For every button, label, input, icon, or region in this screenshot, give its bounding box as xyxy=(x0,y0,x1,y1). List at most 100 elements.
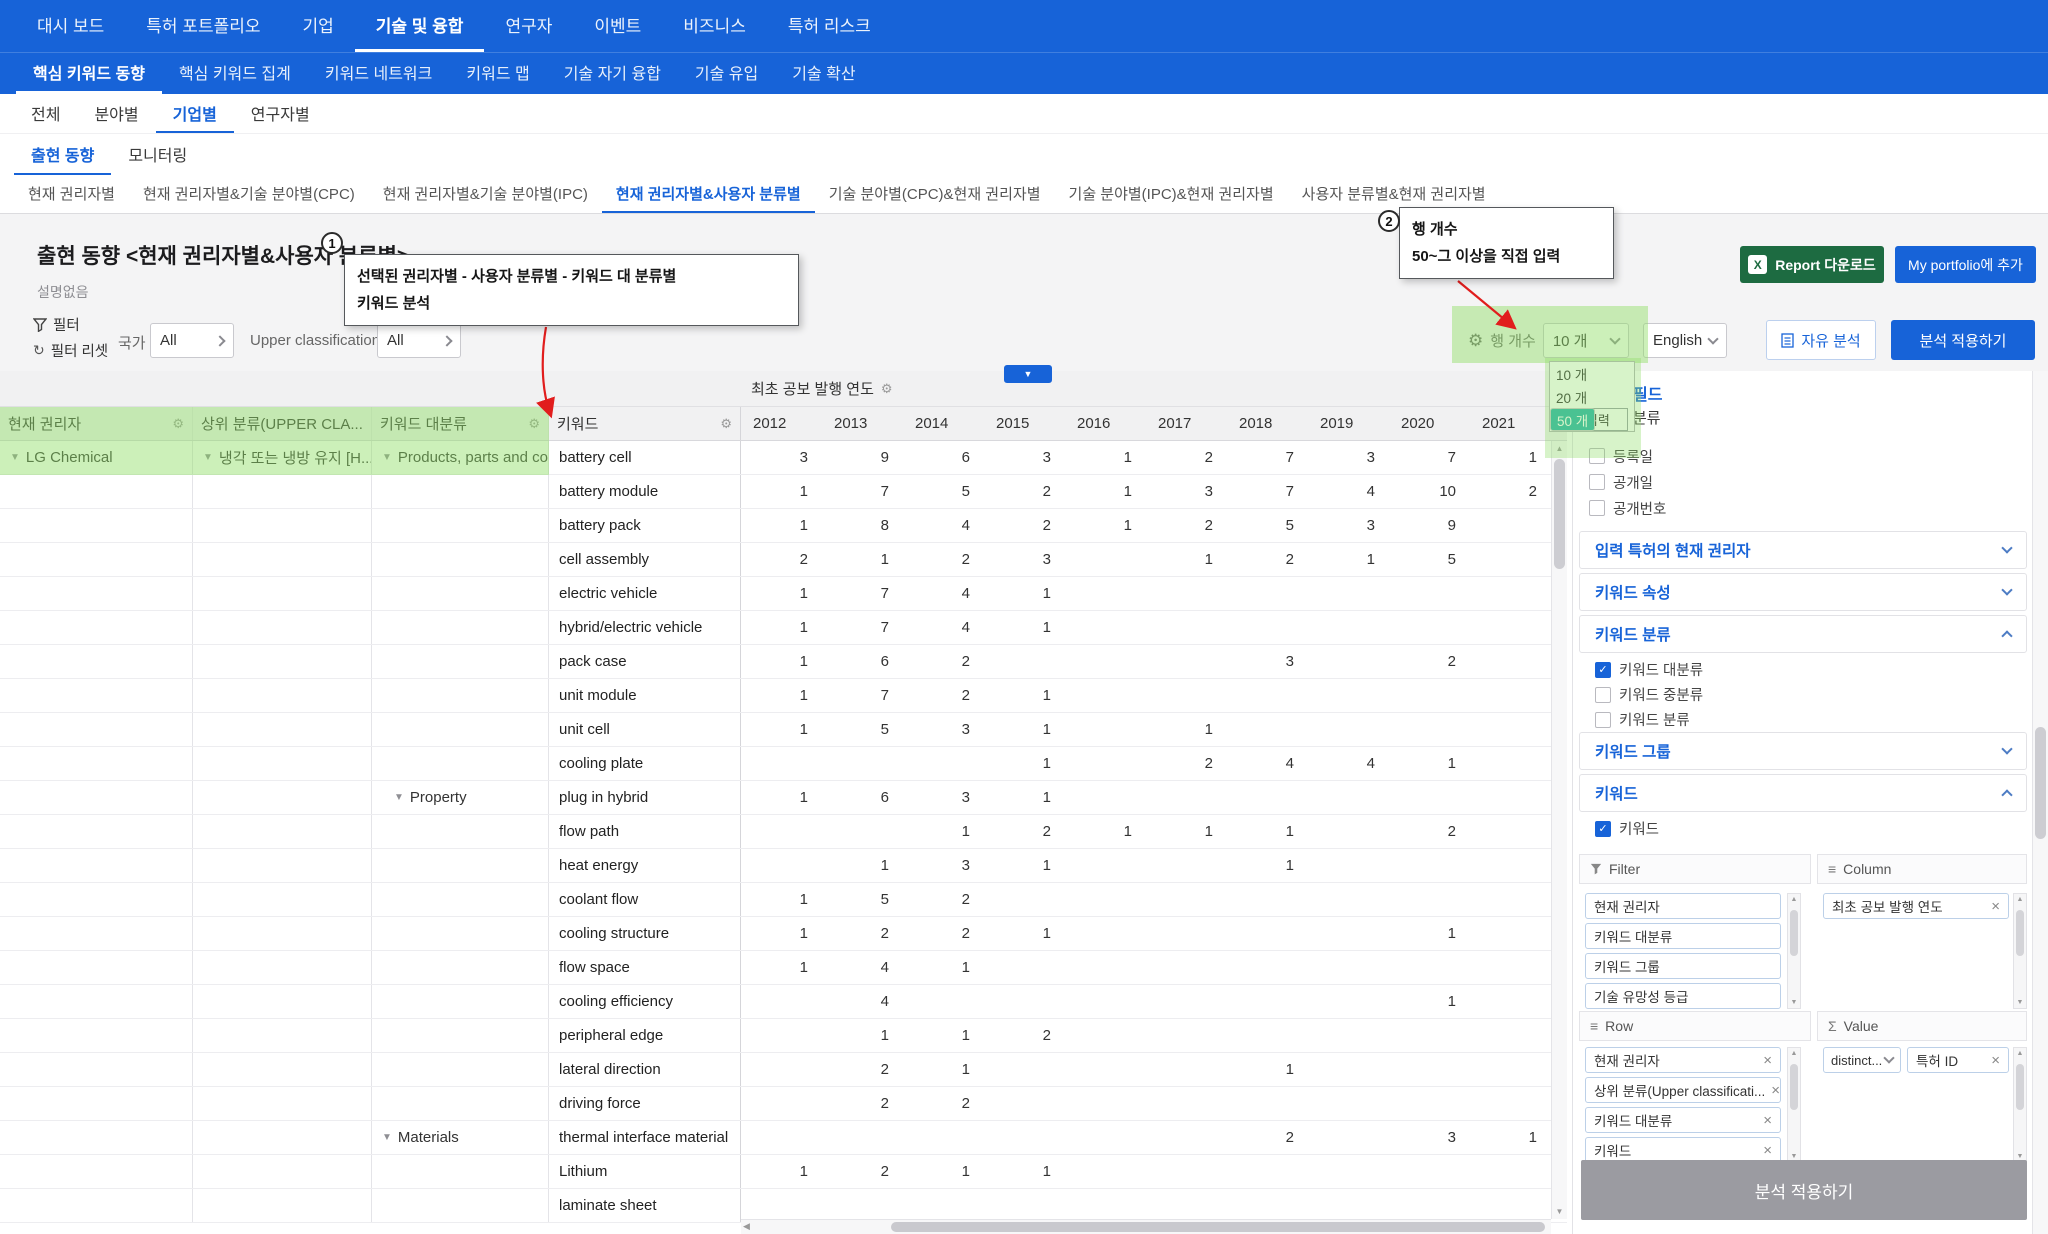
row-count-option[interactable]: 20 개 xyxy=(1550,385,1634,408)
collapse-triangle-icon[interactable]: ▼ xyxy=(394,792,404,803)
panel-checkbox-row[interactable]: 키워드 분류 xyxy=(1579,707,2027,732)
secondary-nav-item[interactable]: 키워드 네트워크 xyxy=(308,53,450,94)
scroll-up-arrow-icon[interactable]: ▲ xyxy=(1552,444,1567,453)
filter-field-chip[interactable]: 키워드 그룹 xyxy=(1585,953,1781,979)
primary-nav-item[interactable]: 기술 및 융합 xyxy=(355,0,485,52)
checkbox[interactable] xyxy=(1589,448,1605,464)
report-download-button[interactable]: X Report 다운로드 xyxy=(1740,246,1884,283)
aggregation-select[interactable]: distinct... xyxy=(1823,1047,1901,1073)
country-select[interactable]: All xyxy=(150,323,234,358)
close-icon[interactable]: × xyxy=(1757,1112,1772,1129)
filter-reset-button[interactable]: ↻ 필터 리셋 xyxy=(33,340,108,361)
column-field-chip[interactable]: 최초 공보 발행 연도× xyxy=(1823,893,2009,919)
panel-checkbox-row[interactable]: 키워드 중분류 xyxy=(1579,682,2027,707)
scrollbar-thumb[interactable] xyxy=(1790,1064,1798,1110)
upper-classification-select[interactable]: All xyxy=(377,323,461,358)
row-list-scrollbar[interactable]: ▲▼ xyxy=(1787,1047,1801,1163)
scrollbar-thumb[interactable] xyxy=(1554,459,1565,569)
field-checkbox-row[interactable]: 공개번호 xyxy=(1589,499,1666,517)
sidebar-panel[interactable]: 키워드 분류 xyxy=(1579,615,2027,653)
scrollbar-thumb[interactable] xyxy=(2016,910,2024,956)
primary-nav-item[interactable]: 특허 포트폴리오 xyxy=(125,0,281,52)
row-count-option[interactable]: 10 개 xyxy=(1550,362,1634,385)
table-horiz-scrollbar[interactable]: ◀ xyxy=(741,1219,1551,1234)
add-to-portfolio-button[interactable]: My portfolio에 추가 xyxy=(1895,246,2036,283)
close-icon[interactable]: × xyxy=(1991,1052,2000,1069)
scroll-up-arrow-icon[interactable]: ▲ xyxy=(1788,896,1800,903)
mode-nav-item[interactable]: 출현 동향 xyxy=(14,134,111,175)
checkbox[interactable]: ✓ xyxy=(1595,821,1611,837)
panel-checkbox-row[interactable]: ✓키워드 xyxy=(1579,816,2027,841)
scrollbar-thumb[interactable] xyxy=(2016,1064,2024,1110)
scroll-down-arrow-icon[interactable]: ▼ xyxy=(2014,1153,2026,1160)
filter-toggle[interactable]: 필터 xyxy=(33,314,108,335)
tab-nav-item[interactable]: 기술 분야별(CPC)&현재 권리자별 xyxy=(815,175,1055,213)
scope-nav-item[interactable]: 분야별 xyxy=(77,94,155,133)
close-icon[interactable]: × xyxy=(1757,1142,1772,1159)
close-icon[interactable]: × xyxy=(1757,1052,1772,1069)
secondary-nav-item[interactable]: 키워드 맵 xyxy=(449,53,546,94)
scroll-down-arrow-icon[interactable]: ▼ xyxy=(2014,999,2026,1006)
primary-nav-item[interactable]: 기업 xyxy=(282,0,355,52)
primary-nav-item[interactable]: 비즈니스 xyxy=(662,0,767,52)
secondary-nav-item[interactable]: 기술 자기 융합 xyxy=(547,53,678,94)
primary-nav-item[interactable]: 연구자 xyxy=(484,0,573,52)
collapse-triangle-icon[interactable]: ▼ xyxy=(203,452,213,463)
collapse-header-button[interactable]: ▼ xyxy=(1004,365,1052,383)
sidebar-scrollbar[interactable] xyxy=(2032,371,2048,1234)
field-checkbox-row[interactable]: 공개일 xyxy=(1589,473,1666,491)
table-vertical-scrollbar[interactable]: ▲ ▼ xyxy=(1551,441,1567,1219)
scroll-down-arrow-icon[interactable]: ▼ xyxy=(1552,1207,1567,1216)
apply-analysis-button[interactable]: 분석 적용하기 xyxy=(1891,320,2035,360)
checkbox[interactable]: ✓ xyxy=(1595,662,1611,678)
value-list-scrollbar[interactable]: ▲▼ xyxy=(2013,1047,2027,1163)
field-checkbox-row[interactable]: 등록일 xyxy=(1589,447,1666,465)
checkbox[interactable] xyxy=(1595,687,1611,703)
collapse-triangle-icon[interactable]: ▼ xyxy=(382,1132,392,1143)
close-icon[interactable]: × xyxy=(1765,1082,1780,1099)
checkbox[interactable] xyxy=(1595,712,1611,728)
secondary-nav-item[interactable]: 핵심 키워드 동향 xyxy=(16,53,162,94)
secondary-nav-item[interactable]: 핵심 키워드 집계 xyxy=(162,53,308,94)
tab-nav-item[interactable]: 현재 권리자별&사용자 분류별 xyxy=(602,175,815,213)
scrollbar-thumb[interactable] xyxy=(891,1222,1545,1232)
secondary-nav-item[interactable]: 기술 확산 xyxy=(775,53,872,94)
sidebar-panel[interactable]: 키워드 그룹 xyxy=(1579,732,2027,770)
column-list-scrollbar[interactable]: ▲▼ xyxy=(2013,893,2027,1009)
primary-nav-item[interactable]: 특허 리스크 xyxy=(767,0,892,52)
close-icon[interactable]: × xyxy=(1985,898,2000,915)
value-field-chip[interactable]: 특허 ID × xyxy=(1907,1047,2009,1073)
filter-field-chip[interactable]: 키워드 대분류 xyxy=(1585,923,1781,949)
collapse-triangle-icon[interactable]: ▼ xyxy=(10,452,20,463)
free-analysis-button[interactable]: 자유 분석 xyxy=(1766,320,1876,360)
scroll-up-arrow-icon[interactable]: ▲ xyxy=(1788,1050,1800,1057)
row-field-chip[interactable]: 현재 권리자× xyxy=(1585,1047,1781,1073)
primary-nav-item[interactable]: 대시 보드 xyxy=(16,0,125,52)
row-field-chip[interactable]: 키워드 대분류× xyxy=(1585,1107,1781,1133)
sidebar-panel[interactable]: 키워드 xyxy=(1579,774,2027,812)
scope-nav-item[interactable]: 전체 xyxy=(14,94,77,133)
sidebar-panel[interactable]: 입력 특허의 현재 권리자 xyxy=(1579,531,2027,569)
checkbox[interactable] xyxy=(1589,474,1605,490)
checkbox[interactable] xyxy=(1589,500,1605,516)
scroll-down-arrow-icon[interactable]: ▼ xyxy=(1788,1153,1800,1160)
language-select[interactable]: English xyxy=(1643,323,1727,358)
filter-field-chip[interactable]: 기술 유망성 등급 xyxy=(1585,983,1781,1009)
scope-nav-item[interactable]: 기업별 xyxy=(156,94,234,133)
settings-icon[interactable]: ⚙ xyxy=(720,416,732,432)
scrollbar-thumb[interactable] xyxy=(2035,727,2046,839)
filter-field-chip[interactable]: 현재 권리자 xyxy=(1585,893,1781,919)
settings-icon[interactable]: ⚙ xyxy=(172,416,184,432)
scroll-down-arrow-icon[interactable]: ▼ xyxy=(1788,999,1800,1006)
tab-nav-item[interactable]: 기술 분야별(IPC)&현재 권리자별 xyxy=(1055,175,1288,213)
scroll-up-arrow-icon[interactable]: ▲ xyxy=(2014,896,2026,903)
mode-nav-item[interactable]: 모니터링 xyxy=(111,134,204,175)
scrollbar-thumb[interactable] xyxy=(1790,910,1798,956)
secondary-nav-item[interactable]: 기술 유입 xyxy=(678,53,775,94)
settings-icon[interactable]: ⚙ xyxy=(528,416,540,432)
row-count-select[interactable]: 10 개 xyxy=(1543,323,1629,358)
row-field-chip[interactable]: 상위 분류(Upper classificati...× xyxy=(1585,1077,1781,1103)
scroll-up-arrow-icon[interactable]: ▲ xyxy=(2014,1050,2026,1057)
tab-nav-item[interactable]: 현재 권리자별 xyxy=(14,175,129,213)
tab-nav-item[interactable]: 현재 권리자별&기술 분야별(CPC) xyxy=(129,175,369,213)
